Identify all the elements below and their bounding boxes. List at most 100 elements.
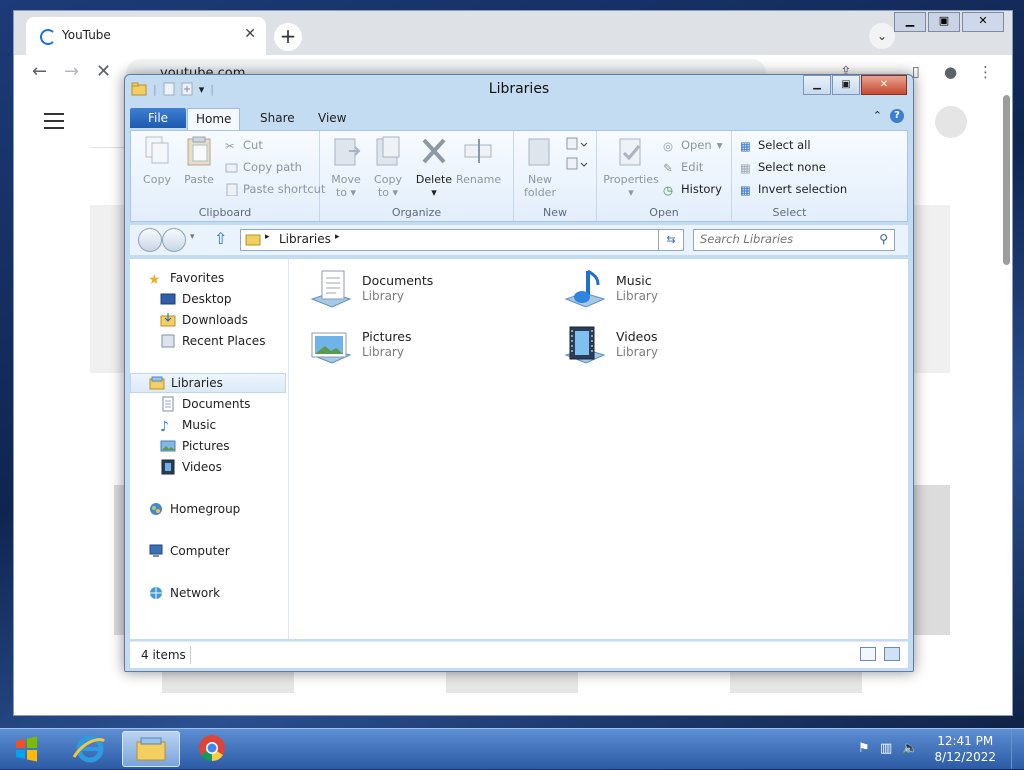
loading-spinner-icon xyxy=(40,29,56,45)
large-icons-view-icon[interactable] xyxy=(884,647,900,661)
taskbar-chrome[interactable] xyxy=(184,731,240,765)
nav-homegroup[interactable]: Homegroup xyxy=(148,499,240,519)
taskbar-internet-explorer[interactable] xyxy=(62,731,118,765)
search-box[interactable]: ⚲ xyxy=(693,229,895,251)
nav-libraries[interactable]: Libraries xyxy=(130,373,286,393)
library-type: Library xyxy=(362,345,404,359)
details-view-icon[interactable] xyxy=(860,647,876,661)
paste-button[interactable]: Paste xyxy=(177,135,221,186)
nav-downloads[interactable]: Downloads xyxy=(160,310,248,330)
group-organize: Move to ▾ Copy to ▾ Delete ▾ Rename Organiz… xyxy=(320,131,514,221)
move-to-button[interactable]: Move to ▾ xyxy=(324,135,368,199)
videos-library-icon xyxy=(564,326,606,364)
address-field[interactable]: ▸ Libraries ▸ ▾ xyxy=(240,229,682,251)
new-folder-button[interactable]: New folder xyxy=(518,135,562,199)
back-button[interactable] xyxy=(138,228,162,252)
tab-file[interactable]: File xyxy=(130,108,186,128)
breadcrumb-separator-icon[interactable]: ▸ xyxy=(265,232,270,242)
show-desktop-button[interactable] xyxy=(1011,729,1024,769)
file-list: Documents Library Music Library Pictures… xyxy=(290,259,908,639)
documents-icon xyxy=(162,396,174,412)
open-icon: ◎ xyxy=(663,138,674,153)
tab-search-button[interactable]: ⌄ xyxy=(869,23,895,49)
properties-button[interactable]: Properties ▾ xyxy=(603,135,659,199)
refresh-button[interactable]: ⇆ xyxy=(658,229,684,251)
ribbon-tabs: File Home Share View ⌃ ? xyxy=(130,105,908,130)
explorer-titlebar[interactable]: | ▾ | Libraries ▁ ▣ ✕ xyxy=(125,75,913,105)
nav-documents[interactable]: Documents xyxy=(160,394,250,414)
history-button[interactable]: ◷ History xyxy=(663,182,722,197)
text-placeholder xyxy=(162,671,294,693)
breadcrumb[interactable]: Libraries xyxy=(279,232,331,246)
up-arrow-icon[interactable]: ⇧ xyxy=(214,229,227,248)
recent-pages-chevron-icon[interactable]: ▾ xyxy=(190,232,195,242)
chrome-close-button[interactable]: ✕ xyxy=(962,12,1004,32)
start-button[interactable] xyxy=(6,731,46,767)
tab-share[interactable]: Share xyxy=(252,108,303,128)
volume-muted-icon[interactable]: 🔈 xyxy=(902,741,918,757)
tab-home[interactable]: Home xyxy=(187,108,241,130)
back-arrow-icon[interactable]: ← xyxy=(32,61,47,82)
edit-button[interactable]: ✎ Edit xyxy=(663,160,703,175)
search-icon[interactable]: ⚲ xyxy=(879,232,888,246)
tab-close-icon[interactable]: ✕ xyxy=(244,26,256,42)
search-input[interactable] xyxy=(700,232,865,246)
copy-button[interactable]: Copy xyxy=(135,135,179,186)
library-videos[interactable]: Videos Library xyxy=(562,323,782,371)
easy-access-icon[interactable] xyxy=(566,157,590,171)
chrome-minimize-button[interactable]: ▁ xyxy=(894,12,926,32)
paste-icon xyxy=(187,136,211,166)
close-button[interactable]: ✕ xyxy=(861,75,907,95)
navigation-pane: ★ Favorites Desktop Downloads Recent Plac… xyxy=(130,259,289,639)
nav-music[interactable]: ♪ Music xyxy=(160,415,216,435)
new-item-icon[interactable] xyxy=(566,137,590,151)
copy-path-button[interactable]: Copy path xyxy=(225,160,302,174)
nav-favorites[interactable]: ★ Favorites xyxy=(148,268,224,288)
nav-pictures[interactable]: Pictures xyxy=(160,436,230,456)
forward-button[interactable] xyxy=(162,228,186,252)
breadcrumb-separator-icon[interactable]: ▸ xyxy=(335,232,340,242)
rename-button[interactable]: Rename xyxy=(456,135,501,186)
chrome-menu-icon[interactable]: ⋮ xyxy=(978,63,993,81)
clock-date: 8/12/2022 xyxy=(934,750,996,764)
paste-shortcut-button[interactable]: Paste shortcut xyxy=(225,182,325,196)
taskbar-file-explorer[interactable] xyxy=(122,731,180,767)
chrome-tab-youtube[interactable]: YouTube ✕ xyxy=(26,17,266,55)
stop-loading-icon[interactable]: ✕ xyxy=(96,61,111,82)
maximize-button[interactable]: ▣ xyxy=(832,75,860,95)
library-pictures[interactable]: Pictures Library xyxy=(308,323,528,371)
tab-view[interactable]: View xyxy=(310,108,354,128)
nav-network[interactable]: Network xyxy=(148,583,220,603)
chrome-scrollbar[interactable] xyxy=(1003,95,1010,265)
minimize-ribbon-icon[interactable]: ⌃ xyxy=(873,109,882,123)
help-icon[interactable]: ? xyxy=(890,109,904,123)
invert-selection-button[interactable]: ▦ Invert selection xyxy=(740,182,847,197)
nav-videos[interactable]: Videos xyxy=(160,457,222,477)
nav-desktop[interactable]: Desktop xyxy=(160,289,232,309)
forward-arrow-icon[interactable]: → xyxy=(64,61,79,82)
action-center-flag-icon[interactable]: ⚑ xyxy=(858,741,874,757)
select-all-button[interactable]: ▦ Select all xyxy=(740,138,811,153)
library-type: Library xyxy=(616,345,658,359)
paste-shortcut-icon xyxy=(226,183,238,196)
libraries-folder-icon xyxy=(245,234,261,246)
clock[interactable]: 12:41 PM 8/12/2022 xyxy=(934,733,996,765)
profile-icon[interactable]: ● xyxy=(944,63,957,81)
library-documents[interactable]: Documents Library xyxy=(308,267,528,315)
nav-recent-places[interactable]: Recent Places xyxy=(160,331,265,351)
chrome-maximize-button[interactable]: ▣ xyxy=(928,12,960,32)
move-to-icon xyxy=(334,138,361,166)
minimize-button[interactable]: ▁ xyxy=(803,75,831,95)
cut-button[interactable]: ✂ Cut xyxy=(225,138,263,153)
network-tray-icon[interactable]: ▥ xyxy=(880,741,896,757)
delete-button[interactable]: Delete ▾ xyxy=(412,135,456,199)
hamburger-menu-icon[interactable] xyxy=(44,113,64,134)
select-none-button[interactable]: ▦ Select none xyxy=(740,160,826,175)
nav-computer[interactable]: Computer xyxy=(148,541,230,561)
open-button[interactable]: ◎ Open ▾ xyxy=(663,138,723,153)
new-tab-button[interactable]: + xyxy=(274,23,302,51)
library-music[interactable]: Music Library xyxy=(562,267,782,315)
network-icon xyxy=(150,587,162,599)
copy-to-button[interactable]: Copy to ▾ xyxy=(366,135,410,199)
group-select: ▦ Select all ▦ Select none ▦ Invert selecti… xyxy=(732,131,847,221)
